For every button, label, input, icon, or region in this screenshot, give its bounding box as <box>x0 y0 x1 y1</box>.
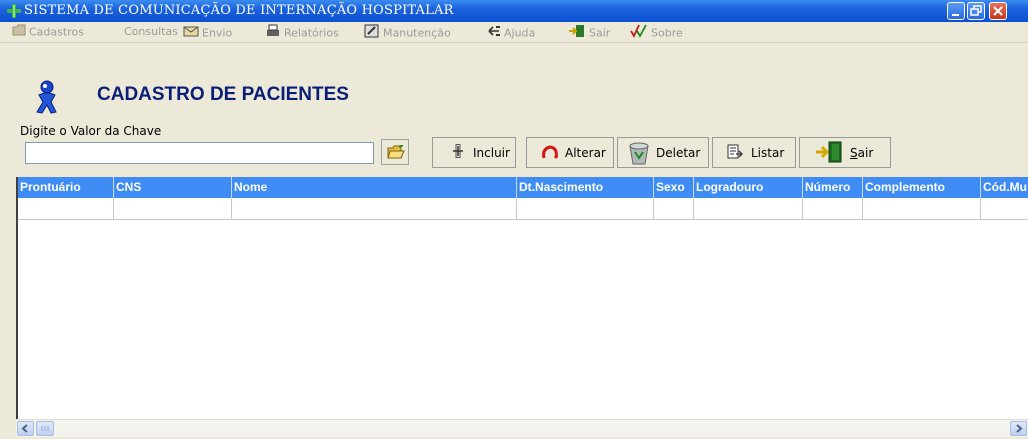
menu-sair[interactable]: Sair <box>568 24 610 40</box>
maintenance-icon <box>364 24 380 43</box>
column-prontuario[interactable]: Prontuário <box>18 177 114 198</box>
deletar-label: Deletar <box>656 146 701 160</box>
printer-icon <box>265 24 281 43</box>
incluir-button[interactable]: Incluir <box>432 137 516 168</box>
table-cell[interactable] <box>803 198 863 219</box>
listar-label: Listar <box>751 146 785 160</box>
key-input[interactable] <box>25 142 374 164</box>
minimize-button[interactable] <box>947 2 965 20</box>
deletar-button[interactable]: Deletar <box>617 137 709 168</box>
incluir-label: Incluir <box>473 146 510 160</box>
menu-manutencao[interactable]: Manutenção <box>364 24 451 40</box>
menu-consultas[interactable]: Consultas <box>124 24 178 40</box>
column-cns[interactable]: CNS <box>114 177 232 198</box>
menu-label: Cadastros <box>29 25 84 39</box>
menu-label: Sair <box>589 26 611 40</box>
page-header <box>0 43 1028 118</box>
table-cell[interactable] <box>517 198 654 219</box>
chevron-left-icon <box>18 424 33 438</box>
menu-ajuda[interactable]: Ajuda <box>487 24 535 40</box>
alterar-button[interactable]: Alterar <box>526 137 614 168</box>
patients-grid[interactable]: Prontuário CNS Nome Dt.Nascimento Sexo L… <box>16 177 1028 419</box>
help-icon <box>487 24 501 43</box>
restore-button[interactable] <box>967 2 985 20</box>
table-row[interactable] <box>18 198 1028 220</box>
table-cell[interactable] <box>232 198 517 219</box>
column-sexo[interactable]: Sexo <box>654 177 694 198</box>
app-window: SISTEMA DE COMUNICAÇÃO DE INTERNAÇÃO HOS… <box>0 0 1028 439</box>
column-cod-mu[interactable]: Cód.Mu <box>981 177 1028 198</box>
column-logradouro[interactable]: Logradouro <box>694 177 803 198</box>
scroll-thumb[interactable] <box>36 421 54 436</box>
column-numero[interactable]: Número <box>803 177 863 198</box>
listar-button[interactable]: Listar <box>712 137 796 168</box>
table-cell[interactable] <box>654 198 694 219</box>
table-cell[interactable] <box>114 198 232 219</box>
scroll-right-button[interactable] <box>1010 421 1027 436</box>
key-label: Digite o Valor da Chave <box>20 124 162 138</box>
chevron-right-icon <box>1011 424 1026 438</box>
scroll-left-button[interactable] <box>17 421 34 436</box>
folder-icon <box>12 24 26 41</box>
window-title: SISTEMA DE COMUNICAÇÃO DE INTERNAÇÃO HOS… <box>24 3 454 18</box>
sair-label: Sair <box>850 146 874 160</box>
list-icon <box>727 144 743 163</box>
menu-label: Envio <box>202 26 233 40</box>
exit-icon <box>568 24 586 43</box>
menu-cadastros[interactable]: Cadastros <box>12 24 84 40</box>
horizontal-scrollbar[interactable] <box>16 419 1028 437</box>
grid-header: Prontuário CNS Nome Dt.Nascimento Sexo L… <box>18 177 1028 198</box>
close-button[interactable] <box>989 2 1007 20</box>
title-bar[interactable]: SISTEMA DE COMUNICAÇÃO DE INTERNAÇÃO HOS… <box>0 0 1028 22</box>
exit-door-icon <box>815 141 845 168</box>
plus-icon <box>451 144 465 161</box>
patient-icon <box>30 80 64 119</box>
menu-label: Sobre <box>651 26 683 40</box>
menu-sobre[interactable]: Sobre <box>630 24 683 40</box>
menu-label: Ajuda <box>504 26 536 40</box>
sair-button[interactable]: Sair <box>799 137 891 168</box>
alterar-label: Alterar <box>565 146 606 160</box>
menu-relatorios[interactable]: Relatórios <box>265 24 339 40</box>
open-folder-button[interactable] <box>381 139 409 165</box>
send-icon <box>183 24 199 43</box>
table-cell[interactable] <box>694 198 803 219</box>
recycle-bin-icon <box>626 140 652 169</box>
table-cell[interactable] <box>863 198 981 219</box>
check-icon <box>630 24 648 43</box>
open-folder-icon <box>387 144 405 163</box>
menu-label: Consultas <box>124 25 178 38</box>
page-title: CADASTRO DE PACIENTES <box>97 84 349 105</box>
column-dt-nascimento[interactable]: Dt.Nascimento <box>517 177 654 198</box>
undo-icon <box>541 144 559 163</box>
column-nome[interactable]: Nome <box>232 177 517 198</box>
app-icon <box>6 3 22 19</box>
table-cell[interactable] <box>981 198 1028 219</box>
column-complemento[interactable]: Complemento <box>863 177 981 198</box>
menu-label: Relatórios <box>284 26 339 40</box>
menu-label: Manutenção <box>383 26 451 40</box>
menu-bar: Cadastros Consultas Envio Relatórios Man… <box>0 22 1028 43</box>
menu-envio[interactable]: Envio <box>183 24 232 40</box>
table-cell[interactable] <box>18 198 114 219</box>
